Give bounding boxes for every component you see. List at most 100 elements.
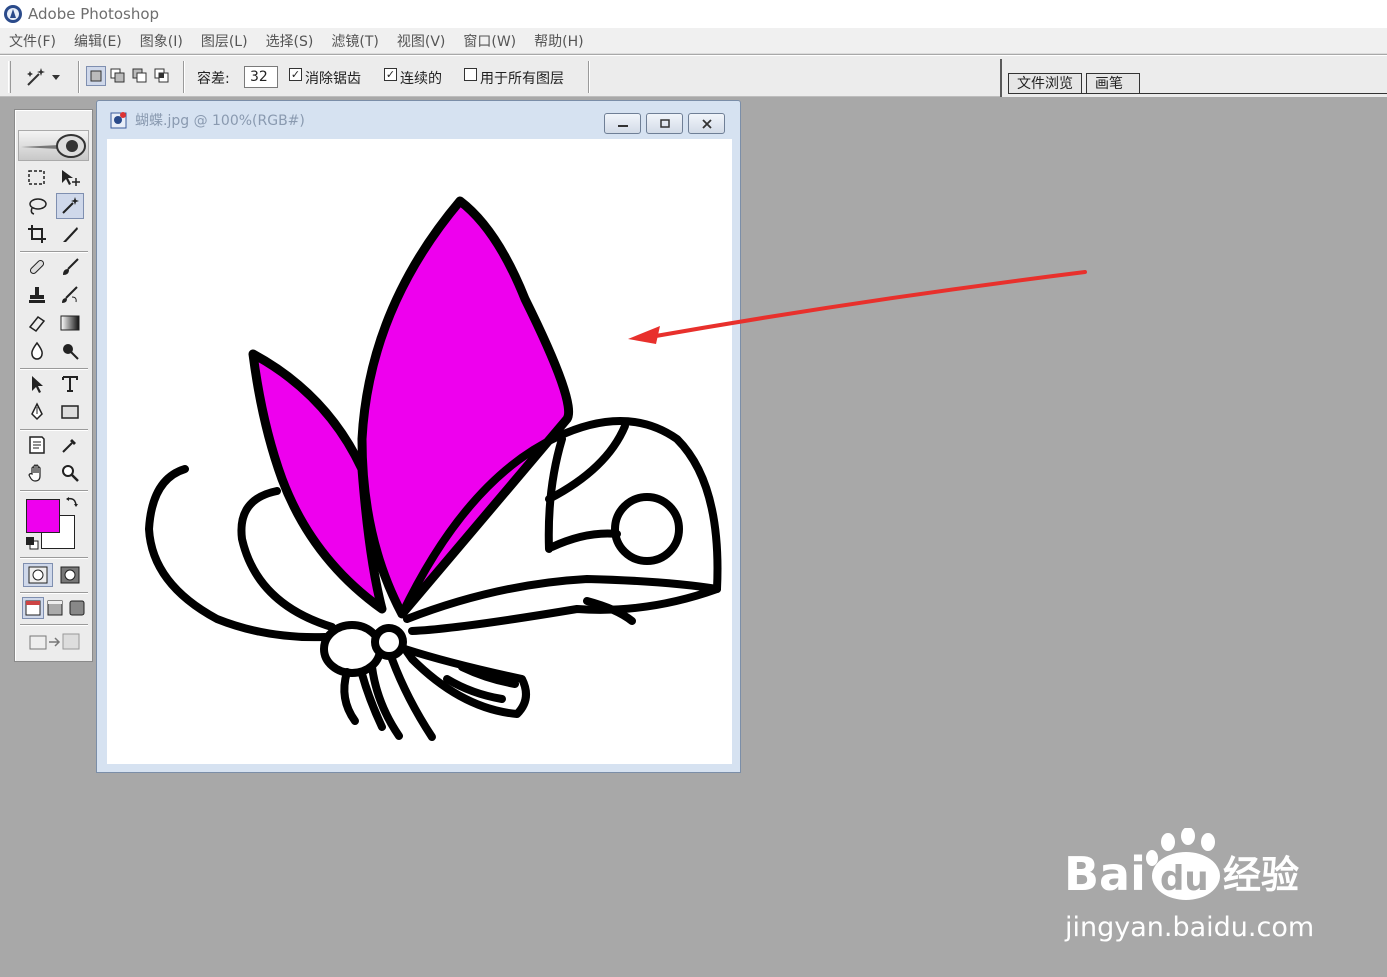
document-titlebar[interactable]: 蝴蝶.jpg @ 100%(RGB#) [97,101,740,139]
tolerance-label: 容差: [197,71,230,87]
chevron-down-icon [52,75,60,80]
new-selection-icon [90,70,102,82]
history-brush-icon [62,286,78,303]
document-canvas[interactable] [107,139,732,764]
blur-tool[interactable] [23,338,51,364]
path-selection-tool[interactable] [23,371,51,397]
butterfly-image [145,196,722,741]
palette-well-baseline [1008,93,1387,94]
close-icon [701,118,712,129]
menu-layer[interactable]: 图层(L) [201,31,248,51]
options-separator [588,61,590,93]
full-screen-menu-mode-button[interactable] [44,597,66,619]
app-titlebar: Adobe Photoshop [0,0,1387,28]
toolbox-header[interactable] [18,130,89,161]
pen-tool[interactable] [23,399,51,425]
butterfly-leg [340,668,359,725]
move-tool[interactable] [56,165,84,191]
gradient-tool[interactable] [56,310,84,336]
default-colors-icon[interactable] [25,536,39,550]
butterfly-wing-vein [548,529,621,551]
maximize-icon [659,118,670,128]
magic-wand-tool[interactable] [56,193,84,219]
hand-tool[interactable] [23,460,51,486]
notes-tool[interactable] [23,432,51,458]
foreground-color-fill[interactable] [26,499,60,533]
document-window: 蝴蝶.jpg @ 100%(RGB#) [96,100,741,773]
menu-file[interactable]: 文件(F) [9,31,56,51]
add-to-selection-button[interactable] [108,66,128,86]
eraser-icon [28,315,46,333]
swap-colors-icon[interactable] [65,495,79,509]
photoshop-app-icon [4,5,22,23]
zoom-tool[interactable] [56,460,84,486]
note-icon [29,436,45,454]
close-button[interactable] [688,113,725,134]
anti-alias-checkbox[interactable]: ✓ [289,68,302,81]
minimize-button[interactable] [604,113,641,134]
eraser-tool[interactable] [23,310,51,336]
imageready-jump-icon [29,633,80,650]
menu-help[interactable]: 帮助(H) [534,31,583,51]
subtract-from-selection-button[interactable] [130,66,150,86]
tab-file-browser[interactable]: 文件浏览 [1008,73,1082,93]
full-screen-mode-button[interactable] [66,597,88,619]
dodge-tool[interactable] [56,338,84,364]
crop-tool[interactable] [23,221,51,247]
intersect-selection-button[interactable] [152,66,172,86]
slice-tool[interactable] [56,221,84,247]
standard-mode-button[interactable] [23,563,53,587]
baidu-jingyan-watermark: Bai du 经验 jingyan.baidu.com [1060,827,1320,948]
contiguous-checkbox[interactable]: ✓ [384,68,397,81]
menu-edit[interactable]: 编辑(E) [74,31,122,51]
dodge-icon [63,344,79,360]
menu-bar: 文件(F) 编辑(E) 图象(I) 图层(L) 选择(S) 滤镜(T) 视图(V… [0,28,1387,54]
toolbox-separator [20,624,88,626]
bandage-icon [29,259,45,275]
use-all-layers-label: 用于所有图层 [480,71,564,87]
type-tool[interactable] [56,371,84,397]
options-bar-grip[interactable] [8,61,11,93]
gradient-icon [60,315,80,331]
svg-text:经验: 经验 [1223,853,1299,897]
quick-mask-mode-button[interactable] [55,563,85,587]
quick-mask-icon [60,566,80,584]
rectangular-marquee-tool[interactable] [23,165,51,191]
screen-mode-full-icon [69,600,85,616]
maximize-button[interactable] [646,113,683,134]
adobe-eye-logo-icon [21,134,86,158]
jump-to-imageready-button[interactable] [25,629,85,655]
butterfly-big-magenta-wing [357,196,574,619]
healing-brush-tool[interactable] [23,254,51,280]
use-all-layers-checkbox[interactable] [464,68,477,81]
foreground-color-swatch[interactable] [26,499,75,549]
rectangle-shape-icon [61,405,79,419]
path-select-arrow-icon [32,376,43,393]
rectangle-shape-tool[interactable] [56,399,84,425]
tolerance-input[interactable]: 32 [244,66,278,88]
brush-tool[interactable] [56,254,84,280]
lasso-tool[interactable] [23,193,51,219]
butterfly-thorax [371,624,407,660]
tab-brushes[interactable]: 画笔 [1086,73,1140,93]
eyedropper-tool[interactable] [56,432,84,458]
new-selection-button[interactable] [86,66,106,86]
add-selection-icon [110,68,125,83]
water-drop-icon [31,341,43,360]
menu-view[interactable]: 视图(V) [397,31,446,51]
screen-mode-full-menu-icon [47,600,63,616]
clone-stamp-tool[interactable] [23,282,51,308]
hand-icon [28,464,41,482]
pen-nib-icon [31,402,43,421]
magic-wand-icon [27,68,45,86]
menu-filter[interactable]: 滤镜(T) [331,31,378,51]
menu-image[interactable]: 图象(I) [140,31,183,51]
subtract-selection-icon [132,68,147,83]
standard-screen-mode-button[interactable] [22,597,44,619]
menu-window[interactable]: 窗口(W) [463,31,516,51]
menu-select[interactable]: 选择(S) [266,31,314,51]
toolbox-separator [20,429,88,431]
document-title: 蝴蝶.jpg @ 100%(RGB#) [135,113,305,129]
tool-preset-picker[interactable] [22,65,70,89]
history-brush-tool[interactable] [56,282,84,308]
